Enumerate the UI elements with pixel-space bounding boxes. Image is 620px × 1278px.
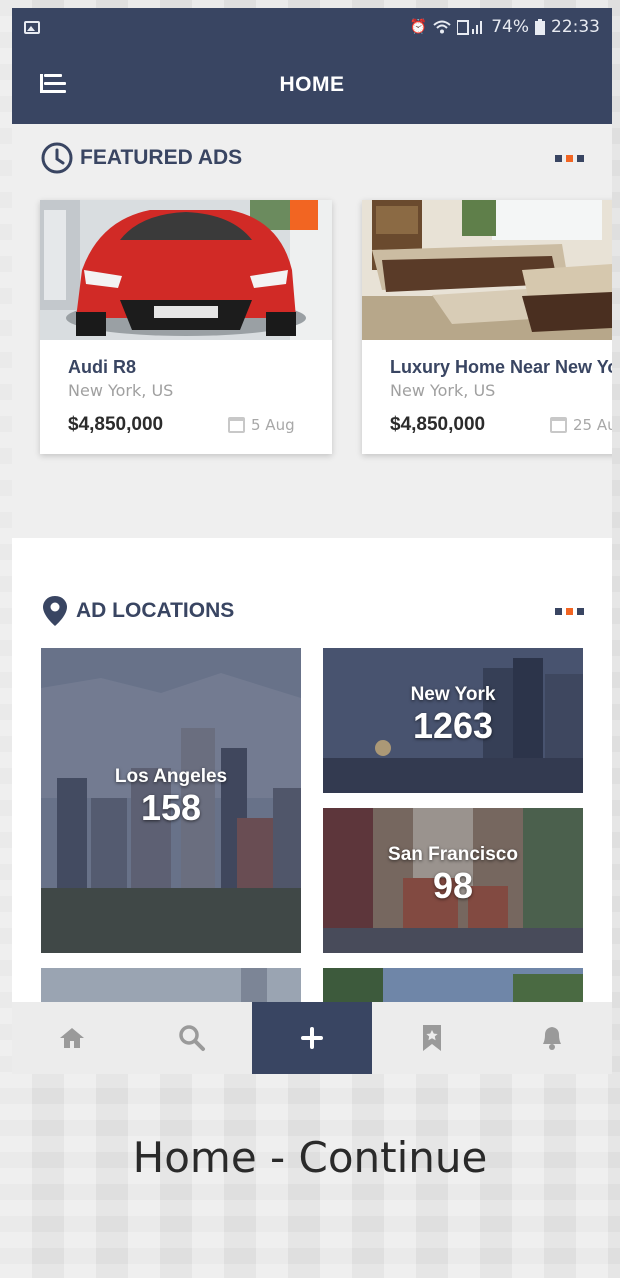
ad-location: New York, US xyxy=(390,381,496,400)
bottom-navigation xyxy=(12,1002,612,1074)
ad-location: New York, US xyxy=(68,381,174,400)
location-count: 158 xyxy=(140,787,202,828)
ad-card[interactable]: Audi R8 New York, US $4,850,000 5 Aug xyxy=(40,200,332,454)
ad-title: Luxury Home Near New York xyxy=(390,357,612,377)
location-count: 1263 xyxy=(412,705,494,746)
calendar-icon xyxy=(550,417,567,433)
featured-ads-section: FEATURED ADS Audi R8 New York, US $4,850… xyxy=(12,124,612,536)
location-count: 98 xyxy=(432,865,474,906)
location-tile-new-york[interactable]: New York 1263 xyxy=(323,648,583,793)
plus-icon xyxy=(301,1027,323,1049)
signal-icon xyxy=(457,20,483,35)
ad-title: Audi R8 xyxy=(68,357,137,377)
ad-card[interactable]: Luxury Home Near New York New York, US $… xyxy=(362,200,612,454)
location-name: San Francisco xyxy=(388,844,518,865)
image-notification-icon xyxy=(24,20,40,34)
nav-bookmarks[interactable] xyxy=(372,1002,492,1074)
phone-screen: ⏰ 74% 22:33 HOME FEATURED ADS Audi R8 Ne… xyxy=(12,8,612,1074)
battery-percent: 74% xyxy=(491,17,529,37)
featured-ads-header: FEATURED ADS xyxy=(12,124,612,188)
ad-photo-living-room xyxy=(362,200,612,340)
more-dots-button[interactable] xyxy=(555,607,584,615)
clock: 22:33 xyxy=(551,17,600,37)
ad-locations-section: AD LOCATIONS Los Angeles 158 New York 12… xyxy=(12,538,612,1008)
ad-price: $4,850,000 xyxy=(390,414,486,435)
ad-photo-car xyxy=(40,200,332,340)
search-icon xyxy=(179,1025,205,1051)
wifi-icon xyxy=(433,20,451,34)
bell-icon xyxy=(543,1027,561,1050)
more-dots-button[interactable] xyxy=(555,154,584,162)
location-name: New York xyxy=(410,684,496,705)
location-tile-los-angeles[interactable]: Los Angeles 158 xyxy=(41,648,301,953)
location-tile-san-francisco[interactable]: San Francisco 98 xyxy=(323,808,583,953)
ad-locations-header: AD LOCATIONS xyxy=(12,538,612,666)
ad-date: 25 Aug xyxy=(573,416,612,434)
page-title: HOME xyxy=(279,73,345,96)
ad-date: 5 Aug xyxy=(251,416,295,434)
nav-search[interactable] xyxy=(132,1002,252,1074)
bookmark-icon xyxy=(423,1025,441,1051)
featured-ads-title: FEATURED ADS xyxy=(80,146,243,169)
ad-price: $4,850,000 xyxy=(68,414,164,435)
nav-add[interactable] xyxy=(252,1002,372,1074)
alarm-icon: ⏰ xyxy=(409,19,428,35)
ad-locations-title: AD LOCATIONS xyxy=(76,599,235,622)
screen-caption: Home - Continue xyxy=(132,1133,488,1182)
home-icon xyxy=(60,1028,84,1048)
location-name: Los Angeles xyxy=(114,766,228,787)
location-pin-icon xyxy=(43,596,67,626)
menu-button[interactable] xyxy=(40,74,66,98)
nav-home[interactable] xyxy=(12,1002,132,1074)
calendar-icon xyxy=(228,417,245,433)
featured-ads-carousel[interactable]: Audi R8 New York, US $4,850,000 5 Aug Lu… xyxy=(12,188,612,488)
app-bar: HOME xyxy=(12,46,612,124)
nav-notifications[interactable] xyxy=(492,1002,612,1074)
clock-icon xyxy=(41,142,73,174)
status-bar: ⏰ 74% 22:33 xyxy=(12,8,612,46)
battery-icon xyxy=(535,19,545,35)
